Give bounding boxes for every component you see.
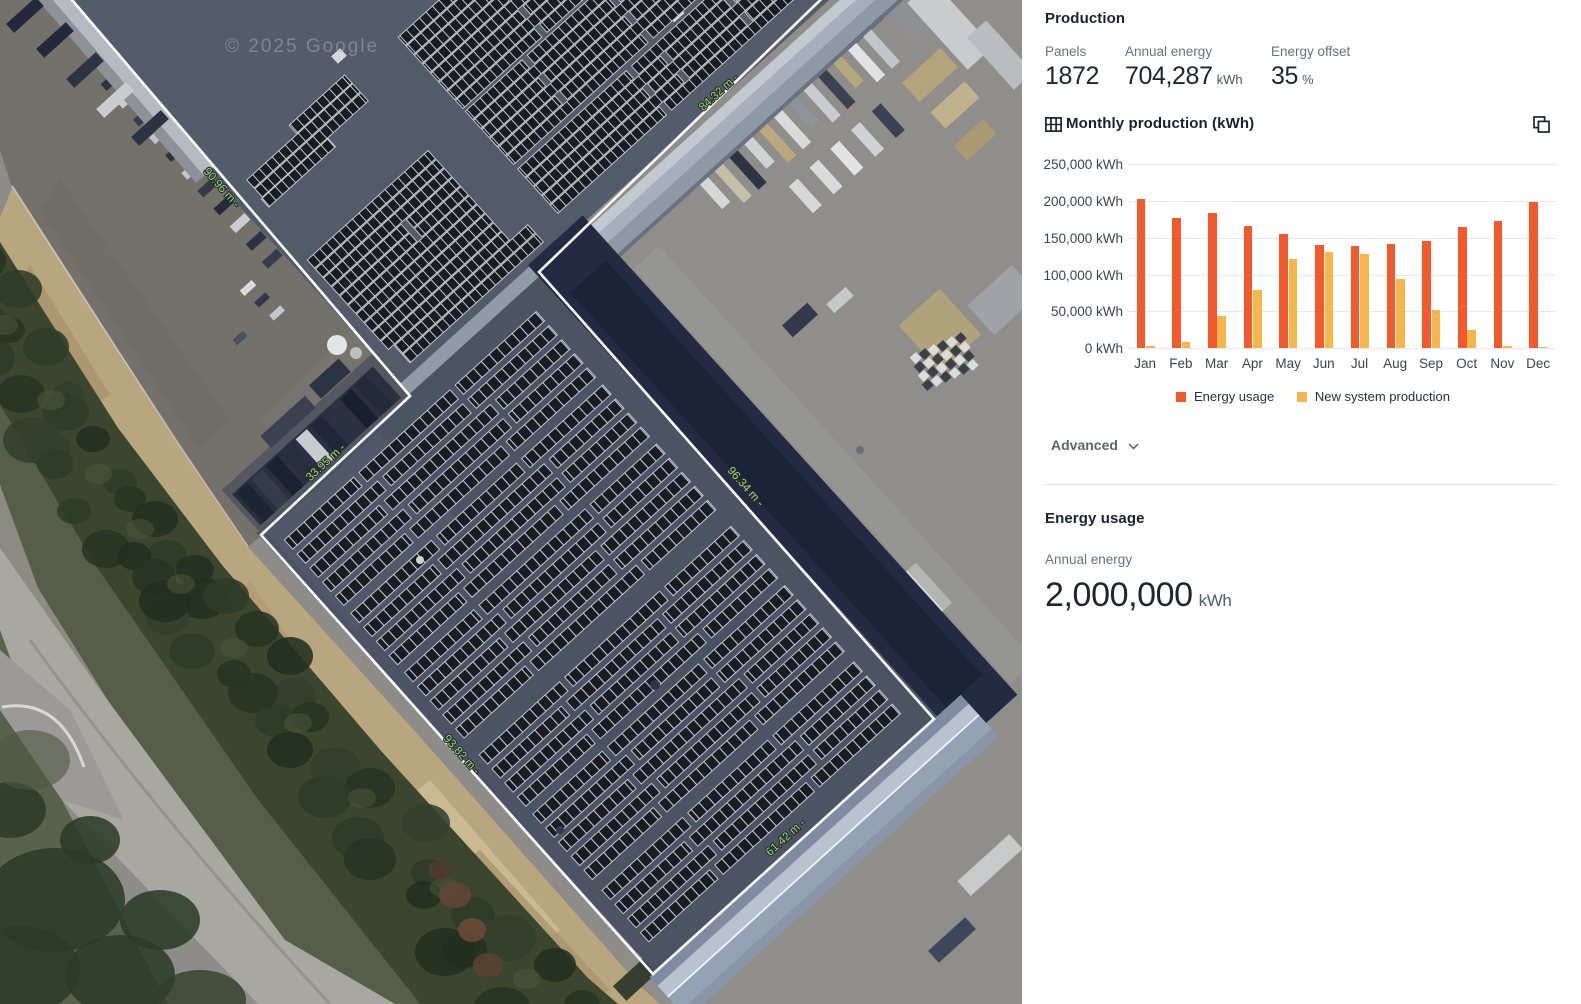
svg-text:© 2025 Google: © 2025 Google [225,36,379,57]
